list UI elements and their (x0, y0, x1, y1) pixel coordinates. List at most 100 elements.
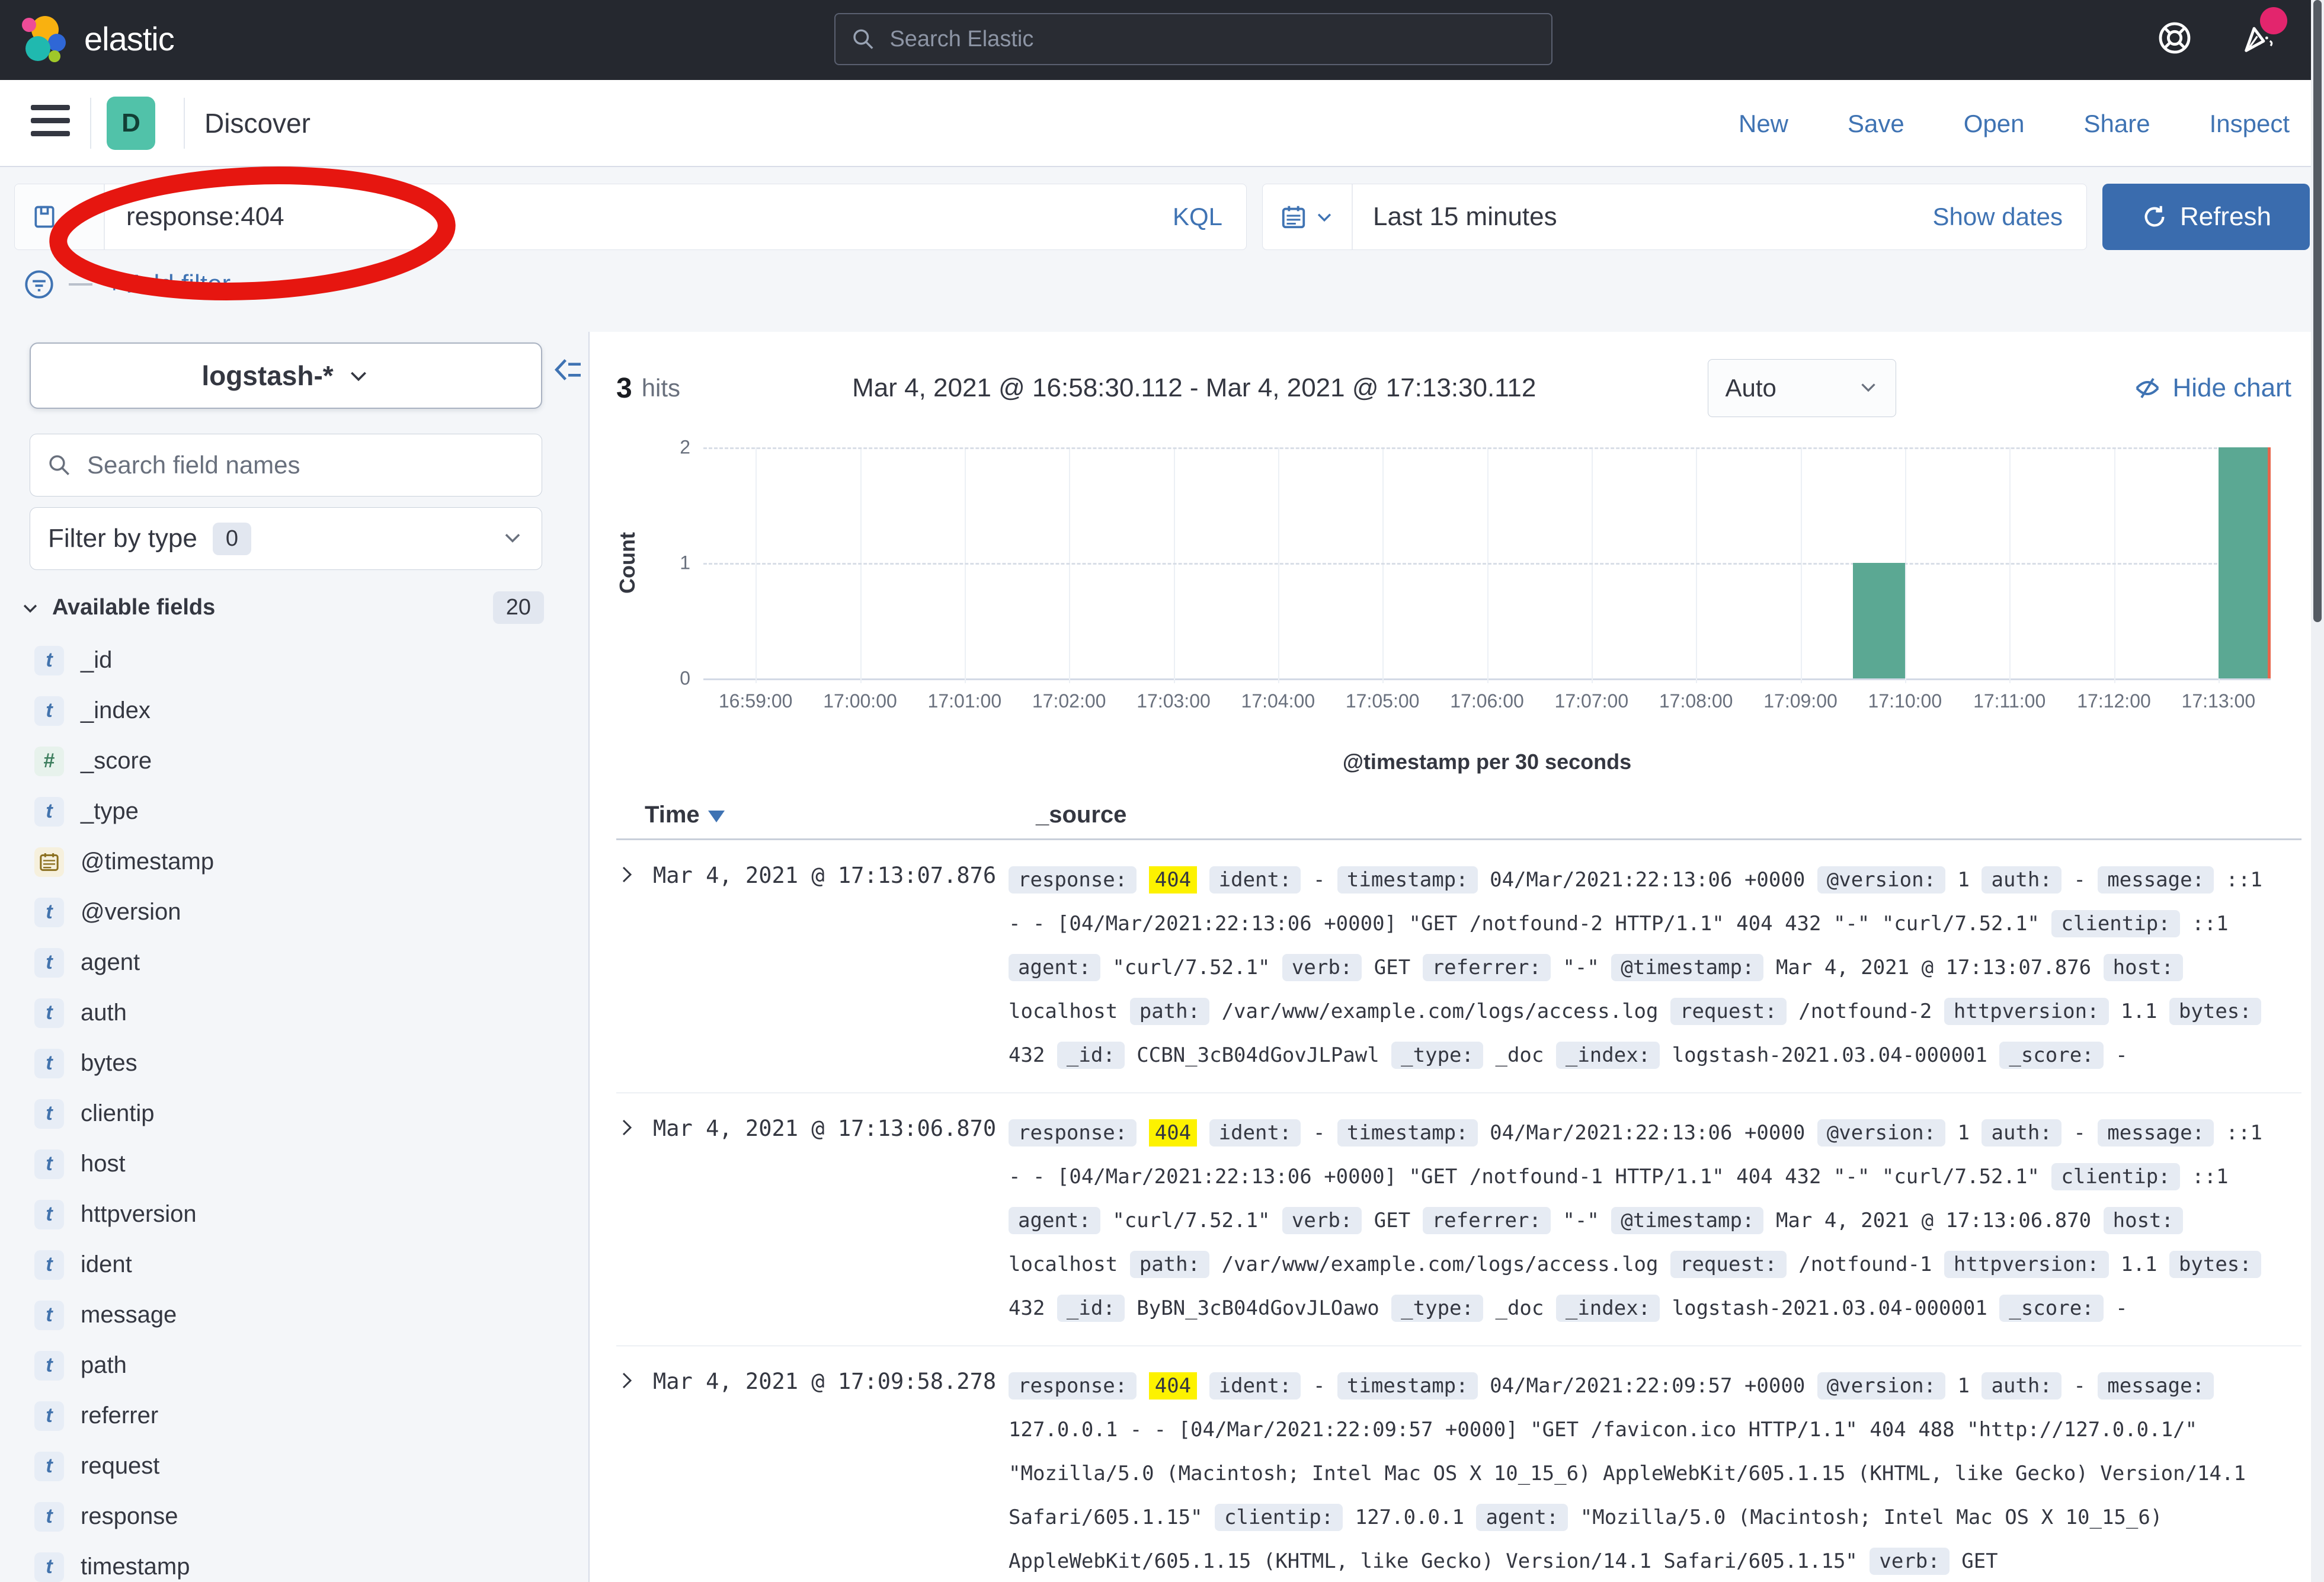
time-range-value[interactable]: Last 15 minutes (1353, 202, 1933, 232)
show-dates-button[interactable]: Show dates (1933, 203, 2086, 231)
field-item-bytes[interactable]: tbytes (0, 1038, 588, 1088)
hide-chart-button[interactable]: Hide chart (2133, 373, 2291, 403)
refresh-icon (2141, 203, 2168, 230)
field-name: _index (81, 697, 151, 724)
action-save-button[interactable]: Save (1848, 110, 1904, 138)
x-tick-label: 17:07:00 (1555, 690, 1629, 712)
header-actions: New Save Open Share Inspect (1739, 110, 2290, 138)
text-field-icon: t (34, 1502, 64, 1532)
time-column-header[interactable]: Time (616, 802, 1036, 828)
page-scrollbar[interactable] (2311, 0, 2324, 1582)
kibana-discover-page: elastic (0, 0, 2324, 1582)
expand-row-icon[interactable] (616, 1111, 653, 1330)
global-search-input[interactable] (888, 26, 1536, 53)
date-quick-menu[interactable] (1263, 184, 1353, 249)
source-value: 127.0.0.1 (1355, 1506, 1464, 1529)
newsfeed-icon[interactable] (2240, 19, 2278, 57)
source-value: "curl/7.52.1" (1112, 956, 1270, 979)
highlighted-value: 404 (1149, 1119, 1197, 1147)
source-column-header: _source (1036, 802, 1126, 828)
filter-by-type-select[interactable]: Filter by type 0 (30, 507, 542, 570)
field-item-httpversion[interactable]: thttpversion (0, 1189, 588, 1240)
field-name: bytes (81, 1050, 137, 1077)
source-value: - (2073, 1121, 2085, 1145)
collapse-sidebar-icon[interactable] (552, 353, 585, 386)
available-fields-header[interactable]: Available fields 20 (20, 591, 544, 624)
field-item-path[interactable]: tpath (0, 1340, 588, 1391)
source-field-pill: httpversion: (1944, 998, 2109, 1025)
doc-timestamp: Mar 4, 2021 @ 17:09:58.278 (653, 1364, 1009, 1582)
field-item-@timestamp[interactable]: @timestamp (0, 837, 588, 887)
menu-icon[interactable] (31, 105, 70, 138)
field-search-input[interactable] (86, 450, 525, 480)
source-value: /notfound-2 (1798, 1000, 1932, 1023)
histogram-bar[interactable] (2219, 447, 2271, 678)
query-input[interactable] (105, 202, 1149, 232)
x-axis-ticks: 16:59:0017:00:0017:01:0017:02:0017:03:00… (703, 690, 2271, 720)
text-field-icon: t (34, 696, 64, 726)
text-field-icon: t (34, 1301, 64, 1330)
field-item-auth[interactable]: tauth (0, 988, 588, 1038)
source-field-pill: agent: (1009, 954, 1100, 981)
x-tick-label: 17:05:00 (1346, 690, 1420, 712)
field-item-_id[interactable]: t_id (0, 635, 588, 686)
field-item-referrer[interactable]: treferrer (0, 1391, 588, 1441)
vertical-gridline (965, 447, 966, 683)
query-language-button[interactable]: KQL (1149, 203, 1246, 231)
global-search-box[interactable] (834, 13, 1552, 65)
source-field-pill: _index: (1556, 1042, 1660, 1069)
source-value: GET (1961, 1549, 1998, 1573)
elastic-logo-icon (20, 13, 71, 64)
index-pattern-picker[interactable]: logstash-* (30, 342, 542, 409)
field-item-response[interactable]: tresponse (0, 1491, 588, 1542)
source-value: - (2115, 1296, 2127, 1320)
refresh-button[interactable]: Refresh (2102, 184, 2310, 250)
source-value: 432 (1009, 1043, 1045, 1067)
field-item-clientip[interactable]: tclientip (0, 1088, 588, 1139)
field-item-_score[interactable]: #_score (0, 736, 588, 786)
add-filter-button[interactable]: + Add filter (107, 270, 231, 299)
available-fields-count-badge: 20 (493, 591, 544, 624)
field-name: agent (81, 949, 140, 976)
x-tick-label: 17:00:00 (823, 690, 897, 712)
vertical-gridline (1382, 447, 1384, 683)
vertical-gridline (2114, 447, 2115, 683)
eye-closed-icon (2133, 374, 2162, 402)
field-search-box[interactable] (30, 434, 542, 497)
field-item-ident[interactable]: tident (0, 1240, 588, 1290)
expand-row-icon[interactable] (616, 858, 653, 1077)
expand-row-icon[interactable] (616, 1364, 653, 1582)
field-item-host[interactable]: thost (0, 1139, 588, 1189)
source-value: 04/Mar/2021:22:13:06 +0000 (1490, 868, 1805, 892)
field-item-request[interactable]: trequest (0, 1441, 588, 1491)
action-share-button[interactable]: Share (2084, 110, 2150, 138)
saved-query-icon (31, 204, 57, 230)
vertical-gridline (1174, 447, 1175, 683)
scrollbar-thumb[interactable] (2313, 0, 2322, 622)
action-inspect-button[interactable]: Inspect (2210, 110, 2290, 138)
filter-icon[interactable] (24, 269, 55, 300)
y-axis-ticks: 012 (643, 447, 690, 678)
field-item-agent[interactable]: tagent (0, 937, 588, 988)
help-icon[interactable] (2156, 19, 2194, 57)
interval-select[interactable]: Auto (1708, 359, 1896, 417)
field-name: auth (81, 1000, 127, 1026)
field-item-_index[interactable]: t _index (0, 686, 588, 736)
field-item-_type[interactable]: t_type (0, 786, 588, 837)
histogram-bar[interactable] (1853, 563, 1905, 678)
source-value: /var/www/example.com/logs/access.log (1222, 1000, 1659, 1023)
action-new-button[interactable]: New (1739, 110, 1788, 138)
source-field-pill: path: (1130, 998, 1209, 1025)
document-row: Mar 4, 2021 @ 17:13:06.870response: 404 … (616, 1093, 2301, 1346)
saved-query-menu[interactable] (15, 184, 105, 249)
x-tick-label: 16:59:00 (719, 690, 793, 712)
x-tick-label: 17:11:00 (1973, 690, 2045, 712)
action-open-button[interactable]: Open (1964, 110, 2025, 138)
global-top-bar: elastic (0, 0, 2324, 80)
source-field-pill: _index: (1556, 1295, 1660, 1322)
field-name: host (81, 1151, 126, 1177)
field-item-timestamp[interactable]: ttimestamp (0, 1542, 588, 1582)
field-item-@version[interactable]: t@version (0, 887, 588, 937)
field-item-message[interactable]: tmessage (0, 1290, 588, 1340)
y-tick-label: 0 (680, 668, 690, 690)
